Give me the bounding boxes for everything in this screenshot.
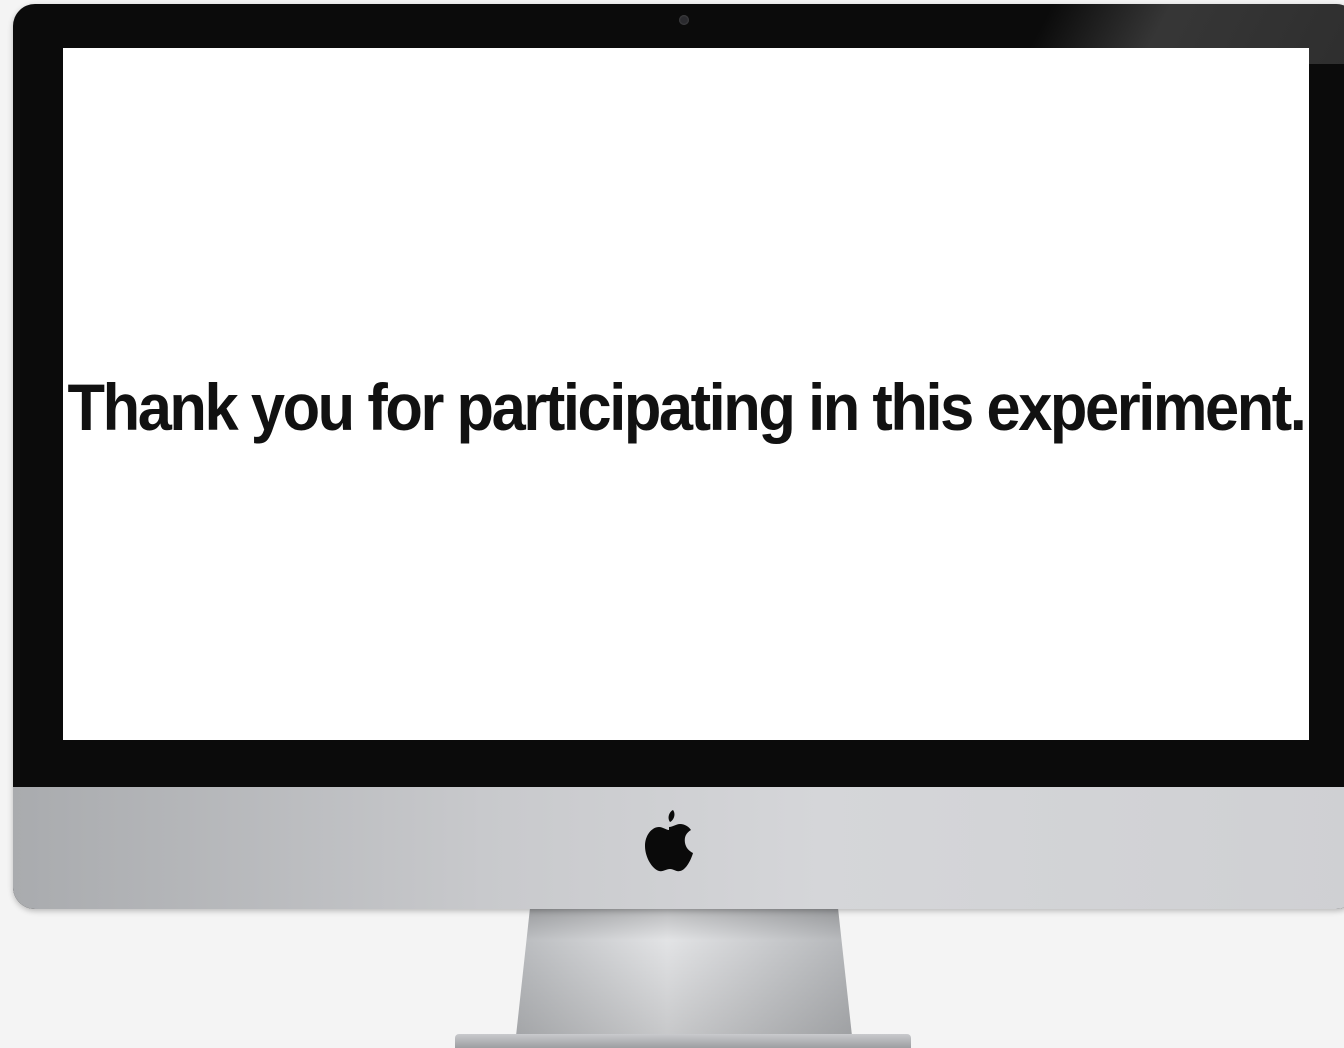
stand-foot (455, 1034, 911, 1048)
thank-you-message: Thank you for participating in this expe… (67, 370, 1307, 444)
monitor-stand (516, 908, 852, 1036)
camera-icon (679, 15, 689, 25)
monitor-screen: Thank you for participating in this expe… (63, 48, 1309, 740)
desktop-stage: Thank you for participating in this expe… (0, 0, 1344, 1048)
monitor: Thank you for participating in this expe… (13, 4, 1344, 909)
apple-logo-icon (645, 810, 693, 872)
